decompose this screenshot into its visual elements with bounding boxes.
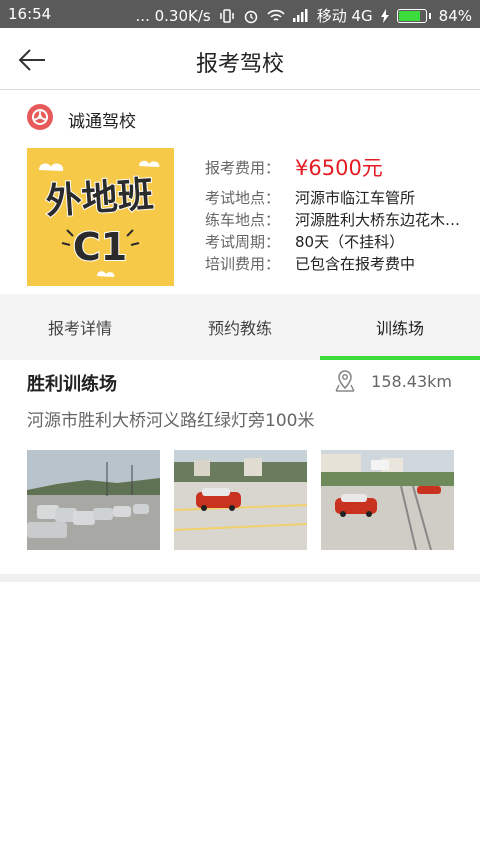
exam-period-label: 考试周期： xyxy=(205,232,281,251)
carrier-label: 移动 4G xyxy=(316,7,373,25)
distance-info[interactable]: 158.43km xyxy=(333,369,452,393)
class-image-title: 外地班 xyxy=(44,174,155,222)
class-image[interactable]: 外地班 C1 xyxy=(27,148,174,286)
training-field-name: 胜利训练场 xyxy=(27,374,117,395)
tab-bar: 报考详情 预约教练 训练场 xyxy=(0,294,480,360)
page-title: 报考驾校 xyxy=(195,52,284,77)
class-image-subtitle: C1 xyxy=(73,225,127,269)
battery-icon xyxy=(396,8,431,23)
field-photo[interactable] xyxy=(321,450,454,550)
exam-location-value: 河源市临江车管所 xyxy=(295,188,416,207)
tab-book-coach[interactable]: 预约教练 xyxy=(160,294,320,360)
network-speed: ... 0.30K/s xyxy=(135,6,211,25)
vibrate-icon xyxy=(219,8,235,24)
training-fee-label: 培训费用： xyxy=(205,254,281,273)
enrollment-info: 报考费用： ¥6500元 考试地点： 河源市临江车管所 练车地点： 河源胜利大桥… xyxy=(205,152,475,274)
status-bar: 16:54 ... 0.30K/s 移动 4G 84% xyxy=(0,0,480,28)
price-value: ¥6500元 xyxy=(295,156,383,180)
wheel-icon xyxy=(27,104,53,130)
location-pin-icon xyxy=(335,370,355,392)
exam-period-value: 80天（不挂科） xyxy=(295,232,405,251)
school-name: 诚通驾校 xyxy=(68,112,136,132)
signal-icon xyxy=(292,9,309,22)
charging-icon xyxy=(380,8,389,23)
status-time: 16:54 xyxy=(8,5,52,23)
tab-enrollment-details[interactable]: 报考详情 xyxy=(0,294,160,360)
practice-location-label: 练车地点： xyxy=(205,210,281,229)
training-field-photos xyxy=(27,450,454,550)
price-label: 报考费用： xyxy=(205,158,281,177)
tab-training-field[interactable]: 训练场 xyxy=(320,294,480,360)
school-row[interactable]: 诚通驾校 xyxy=(0,98,480,138)
wifi-icon xyxy=(267,9,285,23)
practice-location-value: 河源胜利大桥东边花木… xyxy=(295,210,461,229)
alarm-icon xyxy=(243,8,259,24)
training-fee-value: 已包含在报考费中 xyxy=(295,254,416,273)
section-divider xyxy=(0,574,480,582)
field-photo[interactable] xyxy=(27,450,160,550)
distance-value: 158.43km xyxy=(371,371,452,391)
exam-location-label: 考试地点： xyxy=(205,188,281,207)
training-field-address: 河源市胜利大桥河义路红绿灯旁100米 xyxy=(27,411,315,431)
battery-percent: 84% xyxy=(438,6,472,25)
app-header: 报考驾校 xyxy=(0,28,480,90)
field-photo[interactable] xyxy=(174,450,307,550)
